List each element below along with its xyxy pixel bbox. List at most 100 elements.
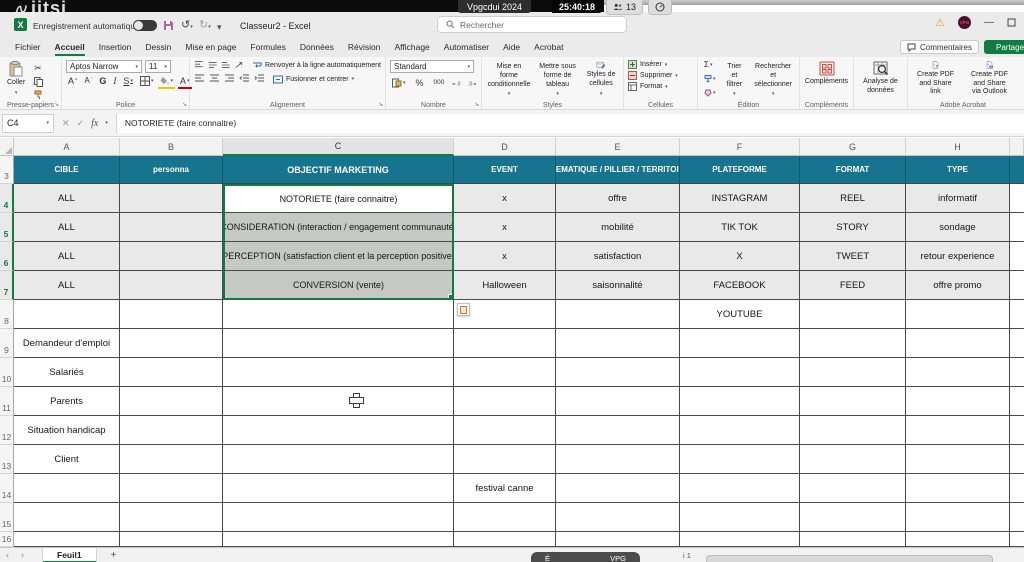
alignment-dialog-launcher[interactable]: ↘ xyxy=(378,101,383,108)
cell-G13[interactable] xyxy=(800,445,906,474)
cell-A8[interactable] xyxy=(14,300,120,329)
cell-C12[interactable] xyxy=(223,416,454,445)
cell-C16[interactable] xyxy=(223,532,454,547)
cell-A6[interactable]: ALL xyxy=(14,242,120,271)
column-header-A[interactable]: A xyxy=(14,138,120,156)
align-right-icon[interactable] xyxy=(224,74,235,84)
create-pdf-outlook-button[interactable]: A Create PDF and Share via Outlook xyxy=(965,60,1014,98)
cell-B13[interactable] xyxy=(120,445,223,474)
cell-A12[interactable]: Situation handicap xyxy=(14,416,120,445)
row-header-13[interactable]: 13 xyxy=(0,445,14,474)
format-painter-button[interactable] xyxy=(32,90,45,100)
cell-G7[interactable]: FEED xyxy=(800,271,906,300)
row-header-16[interactable]: 16 xyxy=(0,532,14,547)
cell-F11[interactable] xyxy=(680,387,800,416)
cell-B8[interactable] xyxy=(120,300,223,329)
cell-styles-button[interactable]: Styles de cellules ▾ xyxy=(583,60,619,98)
cell-C11[interactable] xyxy=(223,387,454,416)
meeting-name-pill[interactable]: É VPG xyxy=(531,552,640,562)
cell-G4[interactable]: REEL xyxy=(800,184,906,213)
cell-A7[interactable]: ALL xyxy=(14,271,120,300)
analyze-data-button[interactable]: Analyse de données xyxy=(858,60,903,97)
row-header-3[interactable]: 3 xyxy=(0,156,14,184)
cell-G9[interactable] xyxy=(800,329,906,358)
tab-fichier[interactable]: Fichier xyxy=(8,39,48,56)
cell-F13[interactable] xyxy=(680,445,800,474)
cell-E7[interactable]: saisonnalité xyxy=(556,271,680,300)
align-center-icon[interactable] xyxy=(209,74,220,84)
cell-F3[interactable]: PLATEFORME xyxy=(680,156,800,184)
row-header-7[interactable]: 7 xyxy=(0,271,14,300)
sheet-tab-feuil1[interactable]: Feuil1 xyxy=(42,547,97,562)
cell-B15[interactable] xyxy=(120,503,223,532)
cell-D11[interactable] xyxy=(454,387,556,416)
column-header-E[interactable]: E xyxy=(556,138,680,156)
row-header-12[interactable]: 12 xyxy=(0,416,14,445)
bold-button[interactable]: G xyxy=(97,75,108,87)
insert-function-button[interactable]: fx xyxy=(91,118,98,129)
cell-F16[interactable] xyxy=(680,532,800,547)
cell-D4[interactable]: x xyxy=(454,184,556,213)
borders-button[interactable]: ▾ xyxy=(138,75,156,87)
cell-E10[interactable] xyxy=(556,358,680,387)
cell-B10[interactable] xyxy=(120,358,223,387)
cell-C8[interactable] xyxy=(223,300,454,329)
row-header-15[interactable]: 15 xyxy=(0,503,14,532)
warning-icon[interactable]: ⚠ xyxy=(935,16,945,29)
cell-C9[interactable] xyxy=(223,329,454,358)
cell-D7[interactable]: Halloween xyxy=(454,271,556,300)
create-pdf-link-button[interactable]: A Create PDF and Share link xyxy=(912,60,959,98)
cell-E13[interactable] xyxy=(556,445,680,474)
autosave-toggle[interactable] xyxy=(133,20,157,31)
sort-filter-button[interactable]: AZ Trier et filtrer ▾ xyxy=(722,60,748,98)
cell-H5[interactable]: sondage xyxy=(906,213,1010,242)
undo-button[interactable]: ↺▾ xyxy=(181,19,193,33)
decrease-indent-icon[interactable] xyxy=(239,74,250,84)
cell-G5[interactable]: STORY xyxy=(800,213,906,242)
cancel-button[interactable]: ✕ xyxy=(62,118,70,129)
cell-G3[interactable]: FORMAT xyxy=(800,156,906,184)
fill-button[interactable]: ▾ xyxy=(702,73,718,85)
cell-A10[interactable]: Salariés xyxy=(14,358,120,387)
cell-E16[interactable] xyxy=(556,532,680,547)
cell-C14[interactable] xyxy=(223,474,454,503)
minimize-button[interactable]: — xyxy=(984,17,994,28)
tab-affichage[interactable]: Affichage xyxy=(387,39,436,56)
cell-F10[interactable] xyxy=(680,358,800,387)
cell-F6[interactable]: X xyxy=(680,242,800,271)
cell-G12[interactable] xyxy=(800,416,906,445)
tab-formules[interactable]: Formules xyxy=(243,39,292,56)
cut-button[interactable]: ✂ xyxy=(32,62,45,74)
shared-screen-tab[interactable]: Vpgcdui 2024 xyxy=(458,0,532,13)
cell-C7[interactable]: CONVERSION (vente) xyxy=(223,271,454,300)
increase-decimal-icon[interactable]: ↞.0 xyxy=(452,79,461,88)
increase-font-button[interactable]: A ^ xyxy=(66,75,79,87)
performance-tab[interactable] xyxy=(648,0,672,15)
cell-D13[interactable] xyxy=(454,445,556,474)
cell-D12[interactable] xyxy=(454,416,556,445)
cell-B12[interactable] xyxy=(120,416,223,445)
meeting-bottom-toolbar[interactable] xyxy=(706,555,993,562)
fill-handle[interactable] xyxy=(448,294,452,298)
row-header-11[interactable]: 11 xyxy=(0,387,14,416)
cell-C6[interactable]: PERCEPTION (satisfaction client et la pe… xyxy=(223,242,454,271)
column-header-C[interactable]: C xyxy=(223,138,454,156)
cell-H13[interactable] xyxy=(906,445,1010,474)
add-sheet-button[interactable]: + xyxy=(97,550,131,561)
fill-color-button[interactable]: ▾ xyxy=(158,75,175,87)
percent-format-button[interactable]: % xyxy=(414,77,426,89)
cell-F15[interactable] xyxy=(680,503,800,532)
cell-C15[interactable] xyxy=(223,503,454,532)
number-format-select[interactable]: Standard ▾ xyxy=(390,60,474,73)
format-as-table-button[interactable]: Mettre sous forme de tableau ▾ xyxy=(535,60,580,98)
cell-F5[interactable]: TIK TOK xyxy=(680,213,800,242)
cell-G14[interactable] xyxy=(800,474,906,503)
tab-accueil[interactable]: Accueil xyxy=(48,39,92,56)
insert-cells-button[interactable]: Insérer ▾ xyxy=(628,60,693,69)
cell-F14[interactable] xyxy=(680,474,800,503)
cell-E9[interactable] xyxy=(556,329,680,358)
cell-D15[interactable] xyxy=(454,503,556,532)
align-middle-icon[interactable] xyxy=(208,60,218,70)
column-header-H[interactable]: H xyxy=(906,138,1010,156)
row-header-5[interactable]: 5 xyxy=(0,213,14,242)
